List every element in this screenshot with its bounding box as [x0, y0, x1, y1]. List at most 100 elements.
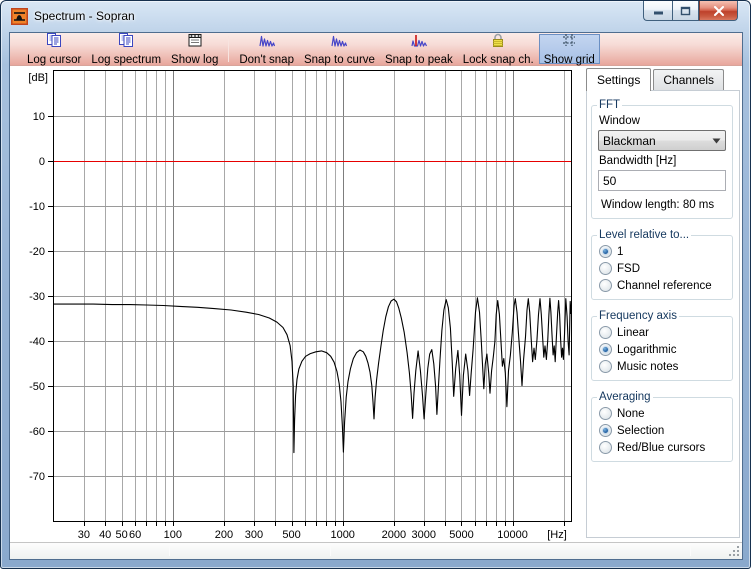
window-label: Window: [599, 115, 640, 127]
chevron-down-icon[interactable]: [708, 131, 725, 150]
toolbar-button-lock-snap-ch[interactable]: Lock snap ch.: [458, 32, 539, 66]
toolbar-button-don-t-snap[interactable]: Don't snap: [234, 32, 299, 66]
toolbar: Log cursor Log spectrum Show log Don't snap…: [10, 32, 742, 66]
svg-text:30: 30: [78, 529, 90, 541]
toolbar-button-show-log[interactable]: Show log: [166, 32, 223, 66]
svg-text:500: 500: [282, 529, 300, 541]
tab-settings[interactable]: Settings: [586, 68, 652, 91]
radio-icon: [599, 279, 612, 292]
minimize-button[interactable]: [643, 1, 672, 21]
radio-icon: [599, 343, 612, 356]
svg-text:-40: -40: [29, 336, 45, 348]
toolbar-button-label: Snap to curve: [303, 53, 375, 66]
toolbar-button-snap-to-curve[interactable]: Snap to curve: [299, 32, 380, 66]
lock-icon: [490, 32, 506, 53]
level-radio-list: 1 FSD Channel reference: [597, 243, 727, 294]
svg-text:-50: -50: [29, 381, 45, 393]
toolbar-button-label: Log spectrum: [91, 53, 162, 66]
toolbar-button-snap-to-peak[interactable]: Snap to peak: [380, 32, 458, 66]
tab-bar: Settings Channels: [586, 68, 726, 91]
radio-label: Selection: [617, 424, 665, 437]
notepad-icon: [187, 32, 203, 53]
svg-text:60: 60: [129, 529, 141, 541]
radio-icon: [599, 262, 612, 275]
svg-text:10000: 10000: [497, 529, 528, 541]
radio-logarithmic[interactable]: Logarithmic: [599, 341, 727, 358]
toolbar-button-log-spectrum[interactable]: Log spectrum: [86, 32, 166, 66]
fft-group-title: FFT: [599, 99, 621, 111]
window-length-text: Window length: 80 ms: [601, 199, 715, 211]
svg-text:50: 50: [115, 529, 127, 541]
radio-icon: [599, 326, 612, 339]
radio-none[interactable]: None: [599, 405, 727, 422]
averaging-radio-list: None Selection Red/Blue cursors: [597, 405, 727, 456]
client-area: 30 40 50 60 100 200 300 500 1000 2000 3000 5000 1000…: [10, 66, 742, 542]
radio-channel-reference[interactable]: Channel reference: [599, 277, 727, 294]
averaging-group-title: Averaging: [599, 391, 651, 403]
window-select[interactable]: Blackman: [598, 130, 726, 151]
radio-red-blue-cursors[interactable]: Red/Blue cursors: [599, 439, 727, 456]
radio-fsd[interactable]: FSD: [599, 260, 727, 277]
svg-text:3000: 3000: [412, 529, 436, 541]
settings-pane: FFT Window Blackman Bandwidth [Hz] Windo…: [586, 90, 740, 538]
radio-label: Logarithmic: [617, 343, 677, 356]
x-axis-unit-label: [Hz]: [547, 529, 567, 541]
fft-group: FFT Window Blackman Bandwidth [Hz] Windo…: [591, 99, 733, 219]
frequency-axis-group-title: Frequency axis: [599, 310, 677, 322]
bandwidth-input[interactable]: [598, 170, 726, 191]
y-axis-unit-label: [dB]: [28, 72, 48, 84]
radio-label: FSD: [617, 262, 640, 275]
svg-text:100: 100: [164, 529, 182, 541]
window-title: Spectrum - Sopran: [34, 9, 135, 23]
toolbar-button-label: Show grid: [543, 53, 595, 66]
svg-text:10: 10: [33, 111, 45, 123]
window-content: Log cursor Log spectrum Show log Don't snap…: [9, 32, 743, 560]
toolbar-button-log-cursor[interactable]: Log cursor: [22, 32, 86, 66]
toolbar-button-show-grid[interactable]: Show grid: [538, 33, 600, 66]
spectrum-chart: 30 40 50 60 100 200 300 500 1000 2000 3000 5000 1000…: [28, 70, 572, 541]
radio-selection[interactable]: Selection: [599, 422, 727, 439]
radio-linear[interactable]: Linear: [599, 324, 727, 341]
y-axis-ticks: [48, 116, 53, 477]
minimize-icon: [653, 11, 663, 15]
svg-text:-60: -60: [29, 426, 45, 438]
radio-label: Channel reference: [617, 279, 712, 292]
radio-music-notes[interactable]: Music notes: [599, 358, 727, 375]
statusbar-divider: [330, 546, 331, 556]
toolbar-button-label: Show log: [171, 53, 219, 66]
toolbar-button-label: Snap to peak: [384, 53, 453, 66]
svg-text:0: 0: [39, 156, 45, 168]
radio-icon: [599, 245, 612, 258]
toolbar-button-label: Lock snap ch.: [462, 53, 534, 66]
spectrum-icon: [331, 32, 348, 53]
close-icon: [713, 5, 724, 16]
tab-channels[interactable]: Channels: [653, 69, 725, 90]
app-icon: [11, 8, 28, 25]
maximize-button[interactable]: [672, 1, 699, 21]
statusbar: [10, 542, 742, 559]
radio-label: Music notes: [617, 360, 679, 373]
frequency-axis-group: Frequency axis Linear Logarithmic Music no…: [591, 310, 733, 381]
radio-label: Red/Blue cursors: [617, 441, 706, 454]
radio-label: Linear: [617, 326, 649, 339]
plot-area[interactable]: [54, 71, 571, 521]
svg-text:300: 300: [245, 529, 263, 541]
spectrum-peak-icon: [411, 32, 427, 53]
titlebar[interactable]: Spectrum - Sopran: [1, 1, 750, 32]
svg-text:-30: -30: [29, 291, 45, 303]
x-axis-labels: 30 40 50 60 100 200 300 500 1000 2000 3000 5000 1000…: [78, 529, 528, 541]
close-button[interactable]: [699, 1, 738, 21]
svg-text:-70: -70: [29, 471, 45, 483]
radio-icon: [599, 360, 612, 373]
toolbar-button-label: Don't snap: [239, 53, 294, 66]
radio-1[interactable]: 1: [599, 243, 727, 260]
x-axis-ticks: [84, 522, 565, 526]
statusbar-divider: [690, 546, 691, 556]
spectrum-icon: [259, 32, 275, 53]
level-group: Level relative to... 1 FSD Channel referen…: [591, 229, 733, 300]
resize-grip-icon[interactable]: [728, 545, 740, 557]
radio-label: None: [617, 407, 645, 420]
y-axis-labels: 10 0 -10 -20 -30 -40 -50 -60 -70: [29, 111, 45, 483]
radio-icon: [599, 424, 612, 437]
settings-panel: Settings Channels FFT Window Blackman Ba…: [586, 66, 742, 542]
